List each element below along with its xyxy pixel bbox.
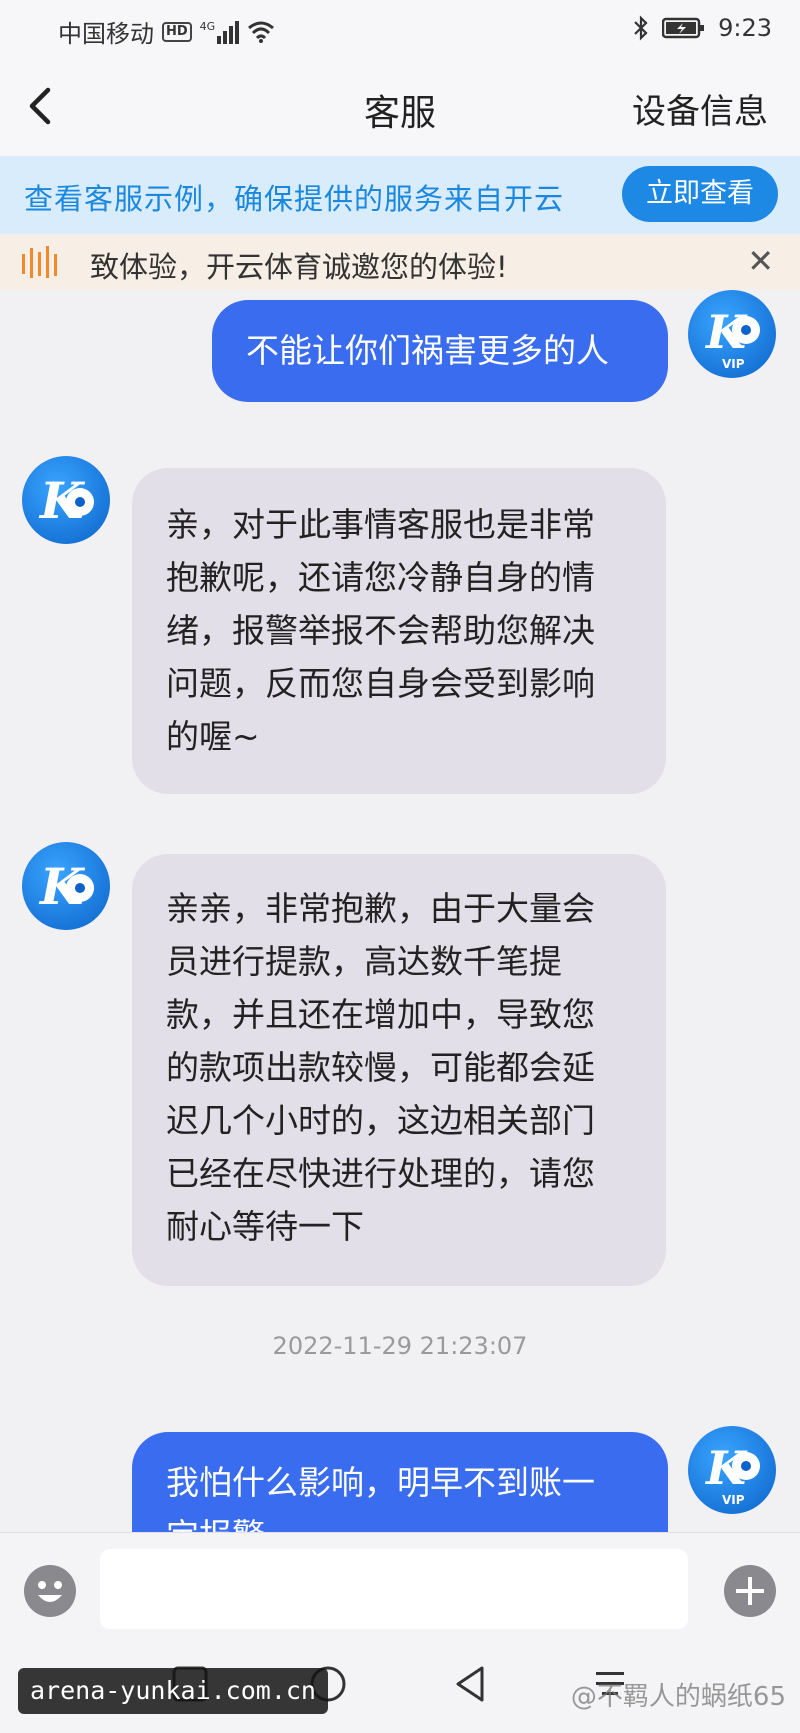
bluetooth-icon bbox=[634, 15, 648, 41]
banner-text: 查看客服示例，确保提供的服务来自开云 bbox=[24, 182, 565, 216]
hd-badge: HD bbox=[162, 21, 192, 42]
info-banner: 查看客服示例，确保提供的服务来自开云 立即查看 bbox=[0, 156, 800, 234]
message-line: 迟几个小时的，这边相关部门 bbox=[166, 1101, 595, 1140]
message-line: 亲亲，非常抱歉，由于大量会 bbox=[166, 889, 595, 928]
vip-badge: VIP bbox=[722, 1493, 745, 1507]
view-now-button[interactable]: 立即查看 bbox=[622, 166, 778, 222]
watermark-author: @不羁人的蜗纸65 bbox=[570, 1682, 786, 1712]
status-left: 中国移动 HD 4G bbox=[58, 14, 275, 49]
message-line: 我怕什么影响，明早不到账一 bbox=[166, 1463, 595, 1502]
status-right: 9:23 bbox=[632, 14, 772, 42]
add-button[interactable] bbox=[722, 1563, 778, 1619]
emoji-icon bbox=[24, 1565, 76, 1617]
logo-icon: K bbox=[38, 857, 94, 916]
avatar-service[interactable]: K bbox=[22, 842, 110, 930]
network-label: 4G bbox=[199, 19, 216, 33]
emoji-button[interactable] bbox=[22, 1563, 78, 1619]
logo-icon: K VIP bbox=[704, 1441, 760, 1507]
message-line: 绪，报警举报不会帮助您解决 bbox=[166, 611, 595, 650]
notice-text: 致体验，开云体育诚邀您的体验! bbox=[90, 250, 508, 284]
message-line: 员进行提款，高达数千笔提 bbox=[166, 942, 562, 981]
message-bubble-incoming[interactable]: 亲亲，非常抱歉，由于大量会 员进行提款，高达数千笔提 款，并且还在增加中，导致您… bbox=[132, 854, 666, 1286]
message-input[interactable] bbox=[100, 1549, 688, 1629]
message-timestamp: 2022-11-29 21:23:07 bbox=[272, 1332, 528, 1360]
battery-icon bbox=[662, 17, 705, 39]
message-line: 耐心等待一下 bbox=[166, 1207, 364, 1246]
message-line: 款，并且还在增加中，导致您 bbox=[166, 995, 595, 1034]
nav-bar: 客服 设备信息 bbox=[0, 56, 800, 156]
vip-badge: VIP bbox=[722, 357, 745, 371]
device-info-button[interactable]: 设备信息 bbox=[632, 84, 768, 133]
message-line: 的款项出款较慢，可能都会延 bbox=[166, 1048, 595, 1087]
close-icon[interactable]: ✕ bbox=[747, 242, 774, 280]
logo-icon: K VIP bbox=[704, 305, 760, 371]
avatar-user[interactable]: K VIP bbox=[688, 290, 776, 378]
message-bubble-outgoing[interactable]: 不能让你们祸害更多的人 bbox=[212, 300, 668, 402]
status-bar: 中国移动 HD 4G 9:23 bbox=[0, 0, 800, 56]
message-line: 已经在尽快进行处理的，请您 bbox=[166, 1154, 595, 1193]
triangle-back-icon bbox=[456, 1666, 484, 1702]
plus-icon bbox=[724, 1565, 776, 1617]
message-line: 问题，反而您自身会受到影响 bbox=[166, 664, 595, 703]
logo-icon: K bbox=[38, 471, 94, 530]
watermark-url: arena-yunkai.com.cn bbox=[18, 1668, 328, 1714]
input-bar bbox=[0, 1532, 800, 1642]
message-line: 不能让你们祸害更多的人 bbox=[246, 331, 609, 370]
clock: 9:23 bbox=[718, 14, 772, 42]
message-line: 亲，对于此事情客服也是非常 bbox=[166, 505, 595, 544]
message-line: 的喔~ bbox=[166, 717, 260, 756]
message-bubble-incoming[interactable]: 亲，对于此事情客服也是非常 抱歉呢，还请您冷静自身的情 绪，报警举报不会帮助您解… bbox=[132, 468, 666, 794]
carrier-label: 中国移动 bbox=[58, 20, 154, 48]
avatar-service[interactable]: K bbox=[22, 456, 110, 544]
wifi-icon bbox=[248, 21, 275, 43]
avatar-user[interactable]: K VIP bbox=[688, 1426, 776, 1514]
message-line: 抱歉呢，还请您冷静自身的情 bbox=[166, 558, 595, 597]
signal-icon: 4G bbox=[200, 20, 240, 44]
notice-bar: 致体验，开云体育诚邀您的体验! ✕ bbox=[0, 234, 800, 290]
sound-wave-icon bbox=[22, 246, 57, 278]
back-nav-button[interactable] bbox=[450, 1664, 490, 1708]
